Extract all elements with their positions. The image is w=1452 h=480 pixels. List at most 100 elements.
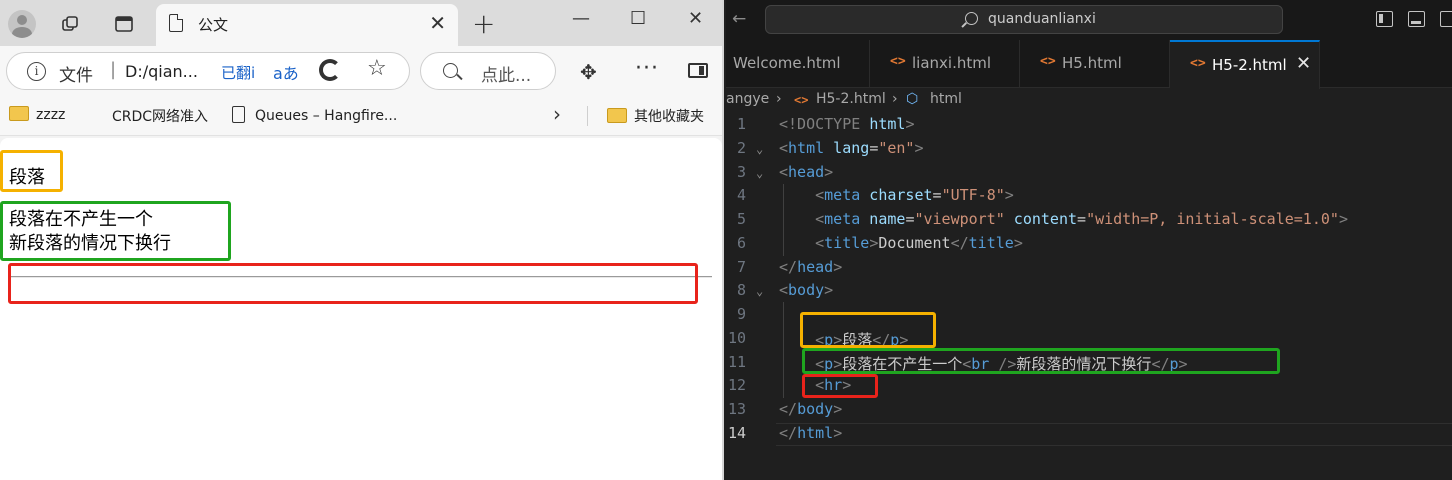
code-line-7: </head>: [779, 258, 842, 276]
search-icon: [443, 63, 458, 78]
token: title: [968, 234, 1014, 252]
highlight-code-p: [800, 312, 936, 348]
workspaces-icon[interactable]: [58, 12, 82, 36]
token: html: [797, 424, 834, 442]
fold-chevron-icon[interactable]: ⌄: [756, 166, 763, 180]
token: >: [833, 400, 843, 418]
line-number: 9: [736, 305, 746, 323]
token: =: [932, 186, 942, 204]
highlight-line-break: [0, 201, 231, 261]
token: html: [869, 115, 906, 133]
token: <: [779, 281, 789, 299]
tab-welcome[interactable]: Welcome.html: [726, 40, 870, 88]
page-icon: [232, 106, 245, 123]
breadcrumb-symbol[interactable]: html: [930, 91, 962, 107]
token: </: [779, 258, 798, 276]
code-line-1: <!DOCTYPE html>: [779, 115, 914, 133]
code-line-13: </body>: [779, 400, 842, 418]
token: >: [824, 281, 834, 299]
code-editor[interactable]: 1 2 3 4 5 6 7 8 9 10 11 12 13 14 ⌄ ⌄ ⌄ <…: [726, 112, 1452, 480]
tab-active[interactable]: 公文 ✕: [156, 4, 458, 46]
read-aloud-icon[interactable]: aあ: [273, 60, 299, 84]
fold-chevron-icon[interactable]: ⌄: [756, 142, 763, 156]
line-number: 10: [727, 329, 746, 347]
search-icon: [965, 12, 978, 25]
url-separator: |: [110, 59, 117, 80]
toggle-secondary-sidebar-icon[interactable]: [1440, 11, 1452, 27]
token: content: [1004, 210, 1078, 228]
breadcrumb-folder[interactable]: angye: [726, 91, 769, 107]
bookmark-label: zzzz: [36, 107, 66, 123]
toggle-sidebar-icon[interactable]: [1376, 11, 1393, 27]
sidebar-toggle-icon[interactable]: [688, 63, 708, 78]
browser-tab-strip: 公文 ✕ + — ☐ ✕: [0, 0, 722, 46]
tab-label: lianxi.html: [912, 54, 992, 72]
url-scheme-label: 文件: [59, 66, 93, 86]
highlight-horizontal-rule: [8, 263, 698, 304]
token: >: [1013, 234, 1023, 252]
token: <!DOCTYPE: [779, 115, 870, 133]
tab-close-icon[interactable]: ✕: [1296, 53, 1311, 74]
line-number: 7: [736, 258, 746, 276]
highlight-code-hr: [802, 374, 878, 398]
breadcrumb-separator: ›: [776, 91, 782, 107]
toggle-panel-icon[interactable]: [1408, 11, 1425, 27]
breadcrumb-separator: ›: [892, 91, 898, 107]
bookmark-other-favorites[interactable]: 其他收藏夹: [607, 106, 704, 126]
tab-h5[interactable]: <> H5.html: [1020, 40, 1170, 88]
tab-h5-2[interactable]: <> H5-2.html ✕: [1170, 40, 1320, 89]
token: meta: [824, 186, 861, 204]
token: >: [1004, 186, 1014, 204]
info-icon[interactable]: i: [27, 62, 46, 81]
new-tab-button[interactable]: +: [472, 7, 495, 40]
breadcrumb: angye › <> H5-2.html › ⬡ html: [726, 88, 1452, 112]
code-line-2: <html lang="en">: [779, 139, 924, 157]
line-number-current: 14: [727, 424, 746, 442]
tab-close-button[interactable]: ✕: [429, 11, 446, 35]
code-line-5: <meta name="viewport" content="width=P, …: [779, 210, 1348, 228]
bookmark-hangfire[interactable]: Queues – Hangfire...: [232, 106, 397, 124]
extensions-icon[interactable]: ✥: [580, 60, 597, 84]
code-line-3: <head>: [779, 163, 833, 181]
folder-icon: [607, 108, 627, 123]
token: "en": [878, 139, 915, 157]
translate-status[interactable]: 已翻i: [221, 62, 255, 83]
code-line-6: <title>Document</title>: [779, 234, 1023, 252]
code-icon: <>: [794, 93, 809, 107]
edge-icon[interactable]: [319, 59, 341, 81]
code-icon: <>: [890, 54, 906, 69]
title-bar: ← quanduanlianxi: [726, 0, 1452, 40]
highlight-code-br: [802, 348, 1280, 374]
chevron-right-icon[interactable]: ›: [553, 102, 561, 126]
token: <: [779, 163, 789, 181]
breadcrumb-file[interactable]: H5-2.html: [816, 91, 886, 107]
search-box[interactable]: 点此...: [420, 52, 556, 90]
token: <: [815, 234, 825, 252]
symbol-icon: ⬡: [906, 91, 919, 107]
bookmark-zzzz[interactable]: zzzz: [9, 106, 65, 123]
tab-lianxi[interactable]: <> lianxi.html: [870, 40, 1020, 88]
bookmark-label: 其他收藏夹: [634, 109, 704, 125]
address-bar[interactable]: i 文件 | D:/qian... 已翻i aあ ☆: [6, 52, 410, 90]
token: Document: [878, 234, 951, 252]
favorite-star-icon[interactable]: ☆: [367, 56, 387, 81]
browser-window: 公文 ✕ + — ☐ ✕ i 文件 | D:/qian... 已翻i aあ ☆ …: [0, 0, 724, 480]
code-line-8: <body>: [779, 281, 833, 299]
back-arrow-icon[interactable]: ←: [732, 9, 746, 29]
profile-avatar[interactable]: [8, 10, 36, 38]
code-icon: <>: [1190, 56, 1206, 71]
minimize-button[interactable]: —: [572, 8, 590, 29]
vertical-tabs-icon[interactable]: [112, 12, 136, 36]
token: meta: [824, 210, 861, 228]
window-close-button[interactable]: ✕: [688, 8, 703, 29]
maximize-button[interactable]: ☐: [630, 8, 646, 29]
token: <: [815, 186, 825, 204]
bookmark-crdc[interactable]: CRDC网络准入: [112, 106, 208, 126]
toolbar: i 文件 | D:/qian... 已翻i aあ ☆ 点此... ✥ ···: [0, 46, 722, 96]
command-center[interactable]: quanduanlianxi: [765, 5, 1283, 34]
url-text[interactable]: D:/qian...: [125, 62, 198, 81]
token: <: [779, 139, 789, 157]
search-placeholder: 点此...: [481, 66, 532, 86]
more-menu-icon[interactable]: ···: [635, 56, 659, 81]
fold-chevron-icon[interactable]: ⌄: [756, 284, 763, 298]
